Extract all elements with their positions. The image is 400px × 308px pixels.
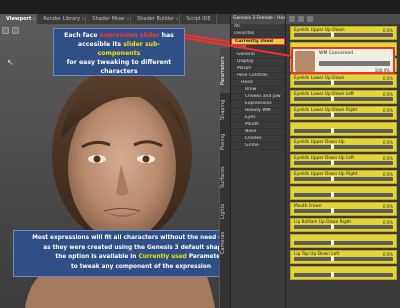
- arrow-to-morph-card: [184, 37, 292, 57]
- annotation-arrows: [184, 34, 292, 57]
- daz-studio-window: Viewport x Render Library x Shader Mixer x …: [0, 0, 400, 308]
